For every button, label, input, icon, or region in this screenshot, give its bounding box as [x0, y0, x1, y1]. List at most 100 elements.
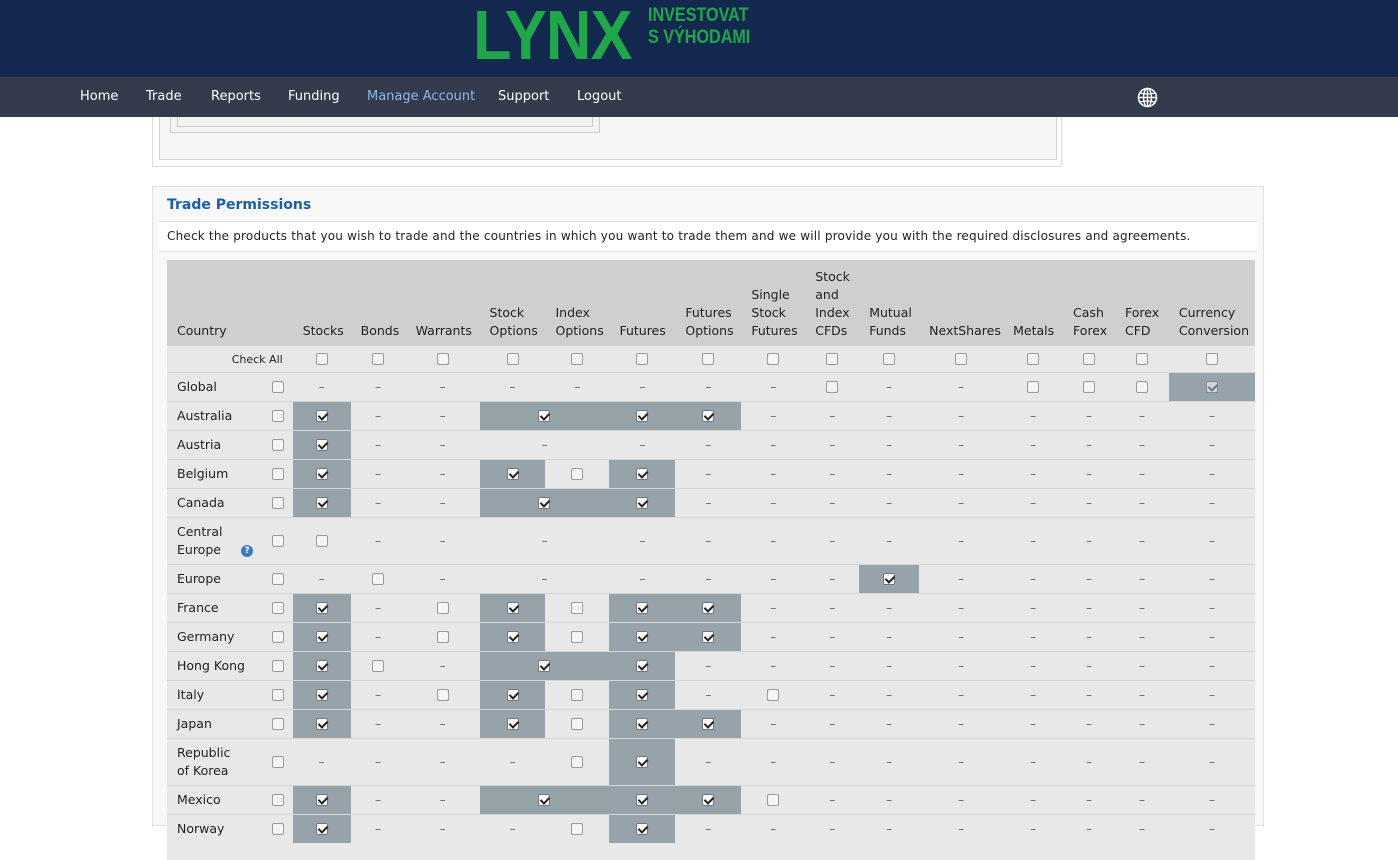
italy-futures-checkbox[interactable] — [636, 689, 649, 701]
france-warrants-checkbox[interactable] — [436, 602, 449, 614]
nav-manage-account[interactable]: Manage Account — [367, 77, 475, 117]
japan-stocks-checkbox[interactable] — [315, 718, 328, 730]
hong-kong-futures-checkbox[interactable] — [636, 660, 649, 672]
europe-row-checkbox[interactable] — [271, 573, 284, 585]
cell-ssf: – — [741, 516, 806, 564]
germany-index_options-checkbox[interactable] — [571, 631, 584, 643]
japan-futures_options-checkbox[interactable] — [702, 718, 715, 730]
column-header-text: Bonds — [360, 323, 400, 338]
hong-kong-bonds-checkbox[interactable] — [372, 660, 385, 672]
mexico-futures-checkbox[interactable] — [636, 794, 649, 806]
mexico-futures_options-checkbox[interactable] — [702, 794, 715, 806]
global-row-checkbox[interactable] — [271, 381, 284, 393]
australia-futures_options-checkbox[interactable] — [702, 410, 715, 422]
germany-row-checkbox[interactable] — [271, 631, 284, 643]
japan-stock_options-checkbox[interactable] — [506, 718, 519, 730]
check-all-nextshares-checkbox[interactable] — [955, 353, 968, 366]
norway-futures-checkbox[interactable] — [636, 823, 649, 836]
help-icon[interactable]: ? — [241, 544, 253, 557]
australia-stock_options-checkbox[interactable] — [538, 410, 551, 422]
belgium-index_options-checkbox[interactable] — [571, 468, 584, 480]
hong-kong-stock_options-checkbox[interactable] — [538, 660, 551, 672]
check-all-stock_options-checkbox[interactable] — [506, 353, 519, 366]
mexico-stock_options-checkbox[interactable] — [538, 794, 551, 806]
nav-logout[interactable]: Logout — [577, 77, 622, 117]
germany-stock_options-checkbox[interactable] — [506, 631, 519, 643]
nav-support[interactable]: Support — [498, 77, 549, 117]
canada-stocks-checkbox[interactable] — [315, 497, 328, 509]
norway-stocks-checkbox[interactable] — [315, 823, 328, 836]
germany-futures_options-checkbox[interactable] — [702, 631, 715, 643]
check-all-currency_conversion-checkbox[interactable] — [1205, 353, 1218, 366]
republic-of-korea-index_options-checkbox[interactable] — [571, 756, 584, 768]
check-all-ssf-checkbox[interactable] — [767, 353, 780, 366]
nav-funding[interactable]: Funding — [288, 77, 340, 117]
global-metals-checkbox[interactable] — [1027, 381, 1040, 393]
canada-futures-checkbox[interactable] — [636, 497, 649, 509]
france-stocks-checkbox[interactable] — [315, 602, 328, 614]
france-index_options-checkbox[interactable] — [571, 602, 584, 614]
lynx-logo[interactable]: LYNX — [473, 0, 633, 70]
check-all-cfds-checkbox[interactable] — [826, 353, 839, 366]
italy-stocks-checkbox[interactable] — [315, 689, 328, 701]
australia-stocks-checkbox[interactable] — [315, 410, 328, 422]
hong-kong-row-checkbox[interactable] — [271, 660, 284, 672]
central-europe-stocks-checkbox[interactable] — [315, 535, 328, 547]
europe-mutual_funds-checkbox[interactable] — [883, 573, 896, 585]
belgium-futures-checkbox[interactable] — [636, 468, 649, 480]
japan-futures-checkbox[interactable] — [636, 718, 649, 730]
europe-bonds-checkbox[interactable] — [372, 573, 385, 585]
france-row-checkbox[interactable] — [271, 602, 284, 614]
check-all-cash_forex-checkbox[interactable] — [1083, 353, 1096, 366]
global-cfds-checkbox[interactable] — [826, 381, 839, 393]
belgium-stock_options-checkbox[interactable] — [506, 468, 519, 480]
germany-stocks-checkbox[interactable] — [315, 631, 328, 643]
germany-warrants-checkbox[interactable] — [436, 631, 449, 643]
france-stock_options-checkbox[interactable] — [506, 602, 519, 614]
check-all-warrants-checkbox[interactable] — [436, 353, 449, 366]
check-all-forex_cfd-checkbox[interactable] — [1135, 353, 1148, 366]
nav-home[interactable]: Home — [80, 77, 118, 117]
hong-kong-stocks-checkbox[interactable] — [315, 660, 328, 672]
japan-index_options-checkbox[interactable] — [571, 718, 584, 730]
austria-stocks-checkbox[interactable] — [315, 439, 328, 451]
central-europe-row-checkbox[interactable] — [271, 535, 284, 547]
italy-index_options-checkbox[interactable] — [571, 689, 584, 701]
mexico-ssf-checkbox[interactable] — [767, 794, 780, 806]
republic-of-korea-row-checkbox[interactable] — [271, 756, 284, 768]
check-all-index_options-checkbox[interactable] — [571, 353, 584, 366]
check-all-mutual_funds-checkbox[interactable] — [883, 353, 896, 366]
australia-futures-checkbox[interactable] — [636, 410, 649, 422]
italy-stock_options-checkbox[interactable] — [506, 689, 519, 701]
republic-of-korea-futures-checkbox[interactable] — [636, 756, 649, 768]
japan-row-checkbox[interactable] — [271, 718, 284, 730]
check-all-bonds-checkbox[interactable] — [372, 353, 385, 366]
check-all-stocks-checkbox[interactable] — [315, 353, 328, 366]
mexico-row-checkbox[interactable] — [271, 794, 284, 806]
austria-row-checkbox[interactable] — [271, 439, 284, 451]
norway-index_options-checkbox[interactable] — [571, 823, 584, 836]
country-name-cell: Belgium — [167, 458, 263, 488]
france-futures-checkbox[interactable] — [636, 602, 649, 614]
belgium-row-checkbox[interactable] — [271, 468, 284, 480]
australia-row-checkbox[interactable] — [271, 410, 284, 422]
nav-reports[interactable]: Reports — [211, 77, 261, 117]
norway-row-checkbox[interactable] — [271, 823, 284, 836]
canada-stock_options-checkbox[interactable] — [538, 497, 551, 509]
check-all-metals-checkbox[interactable] — [1027, 353, 1040, 366]
global-forex_cfd-checkbox[interactable] — [1135, 381, 1148, 393]
global-cash_forex-checkbox[interactable] — [1083, 381, 1096, 393]
mexico-stocks-checkbox[interactable] — [315, 794, 328, 806]
check-all-futures-checkbox[interactable] — [636, 353, 649, 366]
globe-icon[interactable] — [1137, 87, 1158, 108]
check-all-futures_options-checkbox[interactable] — [702, 353, 715, 366]
belgium-stocks-checkbox[interactable] — [315, 468, 328, 480]
cell-cfds: – — [805, 592, 860, 622]
nav-trade[interactable]: Trade — [146, 77, 182, 117]
canada-row-checkbox[interactable] — [271, 497, 284, 509]
italy-row-checkbox[interactable] — [271, 689, 284, 701]
france-futures_options-checkbox[interactable] — [702, 602, 715, 614]
italy-warrants-checkbox[interactable] — [436, 689, 449, 701]
germany-futures-checkbox[interactable] — [636, 631, 649, 643]
italy-ssf-checkbox[interactable] — [767, 689, 780, 701]
